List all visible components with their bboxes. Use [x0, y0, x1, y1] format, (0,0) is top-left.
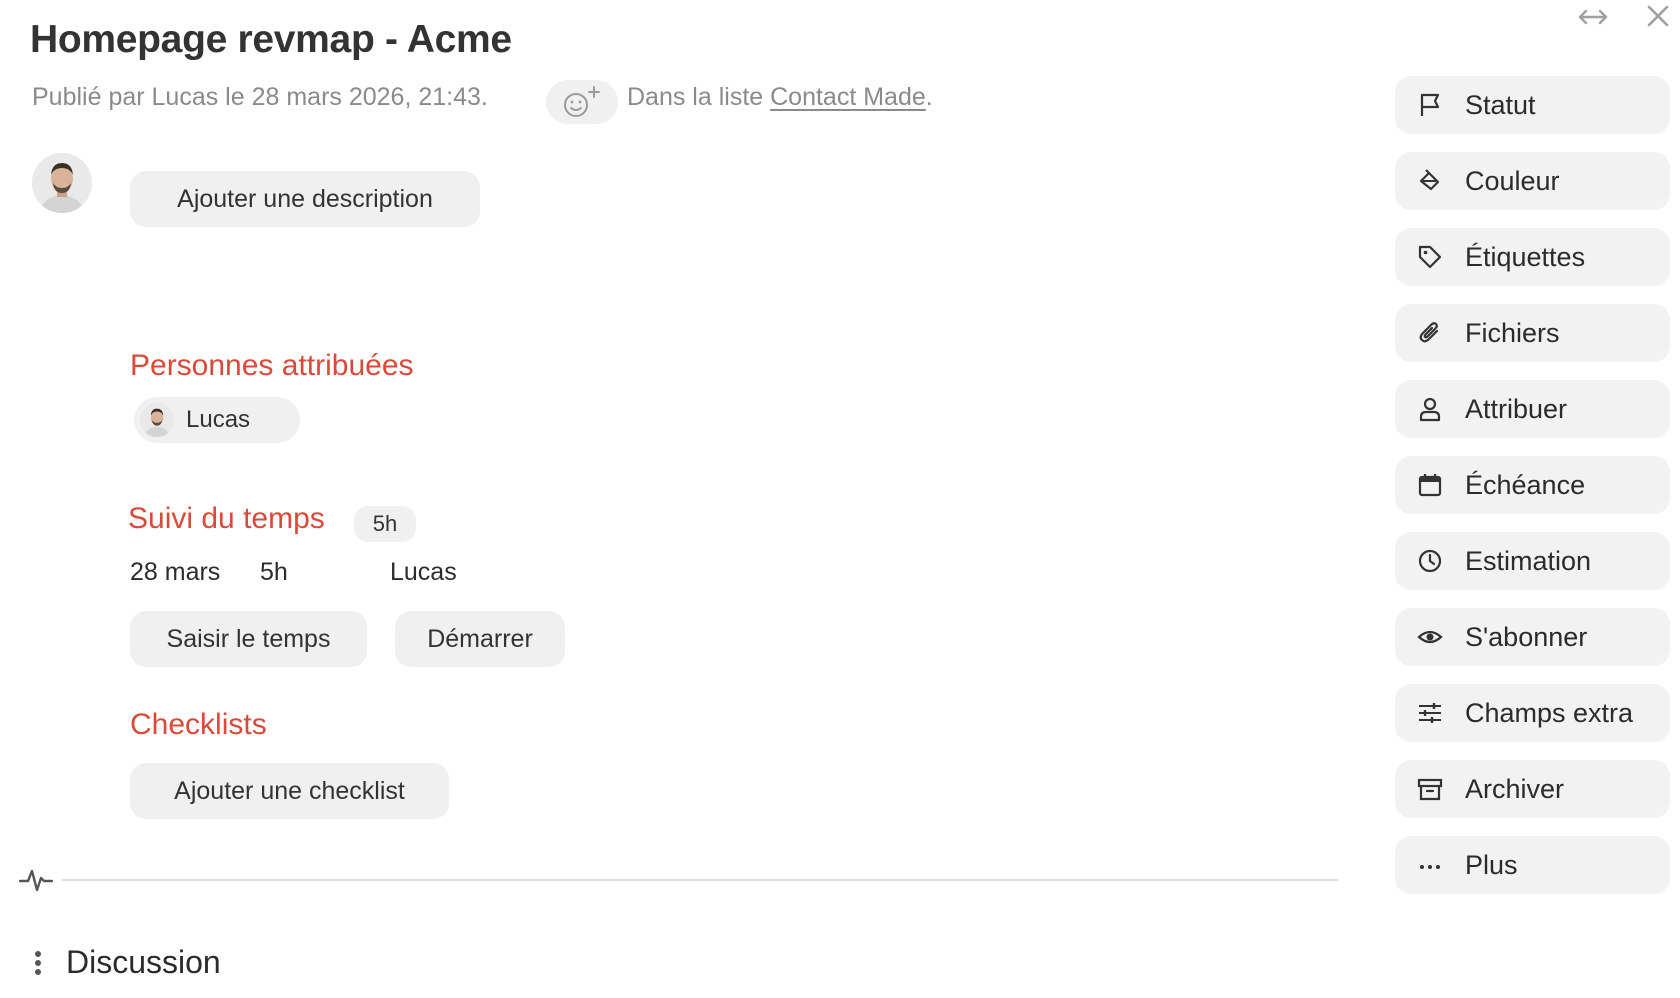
extra-fields-button[interactable]: Champs extra	[1395, 684, 1670, 742]
add-description-label: Ajouter une description	[177, 184, 433, 213]
list-suffix: .	[925, 83, 933, 111]
start-timer-button[interactable]: Démarrer	[395, 611, 565, 667]
assign-button[interactable]: Attribuer	[1395, 380, 1670, 438]
list-info: Dans la liste Contact Made.	[627, 83, 933, 112]
add-description-button[interactable]: Ajouter une description	[130, 171, 480, 227]
activity-pulse-icon[interactable]	[18, 866, 54, 894]
user-icon	[1417, 396, 1443, 422]
tag-icon	[1417, 244, 1443, 270]
enter-time-label: Saisir le temps	[166, 624, 331, 653]
files-button[interactable]: Fichiers	[1395, 304, 1670, 362]
expand-width-icon[interactable]	[1577, 4, 1609, 30]
close-icon[interactable]	[1646, 4, 1670, 28]
status-button[interactable]: Statut	[1395, 76, 1670, 134]
eye-icon	[1417, 624, 1443, 650]
add-checklist-label: Ajouter une checklist	[174, 776, 405, 805]
start-timer-label: Démarrer	[427, 624, 533, 653]
assignee-chip[interactable]: Lucas	[134, 397, 300, 443]
assignees-title: Personnes attribuées	[130, 349, 414, 382]
time-entry-date: 28 mars	[130, 558, 221, 586]
list-link[interactable]: Contact Made	[770, 83, 926, 111]
extra-fields-label: Champs extra	[1465, 697, 1634, 728]
task-meta: Publié par Lucas le 28 mars 2026, 21:43.	[32, 83, 488, 111]
status-label: Statut	[1465, 89, 1536, 120]
task-title[interactable]: Homepage revmap - Acme	[30, 18, 512, 62]
subscribe-label: S'abonner	[1465, 621, 1588, 652]
more-icon	[1417, 852, 1443, 878]
add-checklist-button[interactable]: Ajouter une checklist	[130, 763, 449, 819]
calendar-icon	[1417, 472, 1443, 498]
assignee-avatar	[140, 403, 174, 437]
archive-label: Archiver	[1465, 773, 1565, 804]
subscribe-button[interactable]: S'abonner	[1395, 608, 1670, 666]
archive-button[interactable]: Archiver	[1395, 760, 1670, 818]
tags-label: Étiquettes	[1465, 241, 1586, 272]
discussion-menu-icon[interactable]	[32, 949, 44, 979]
checklists-title: Checklists	[130, 708, 267, 741]
more-label: Plus	[1465, 849, 1518, 880]
time-entry-duration: 5h	[260, 558, 288, 586]
time-entry-person: Lucas	[390, 558, 457, 586]
list-prefix: Dans la liste	[627, 83, 764, 111]
add-reaction-button[interactable]	[546, 80, 618, 124]
color-label: Couleur	[1465, 165, 1560, 196]
time-tracking-title: Suivi du temps	[128, 502, 325, 535]
color-button[interactable]: Couleur	[1395, 152, 1670, 210]
tags-button[interactable]: Étiquettes	[1395, 228, 1670, 286]
estimate-label: Estimation	[1465, 545, 1592, 576]
time-total-value: 5h	[372, 511, 398, 536]
archive-icon	[1417, 776, 1443, 802]
flag-icon	[1417, 92, 1443, 118]
assign-label: Attribuer	[1465, 393, 1568, 424]
files-label: Fichiers	[1465, 317, 1560, 348]
author-avatar	[32, 153, 92, 213]
paperclip-icon	[1417, 320, 1443, 346]
due-date-label: Échéance	[1465, 469, 1586, 500]
activity-divider	[62, 879, 1338, 881]
more-button[interactable]: Plus	[1395, 836, 1670, 894]
due-date-button[interactable]: Échéance	[1395, 456, 1670, 514]
smiley-plus-icon	[564, 86, 600, 117]
sliders-icon	[1417, 700, 1443, 726]
paint-bucket-icon	[1417, 168, 1443, 194]
enter-time-button[interactable]: Saisir le temps	[130, 611, 367, 667]
assignee-name: Lucas	[186, 406, 251, 433]
time-total-badge: 5h	[354, 506, 416, 542]
discussion-title: Discussion	[66, 944, 221, 980]
clock-icon	[1417, 548, 1443, 574]
estimate-button[interactable]: Estimation	[1395, 532, 1670, 590]
